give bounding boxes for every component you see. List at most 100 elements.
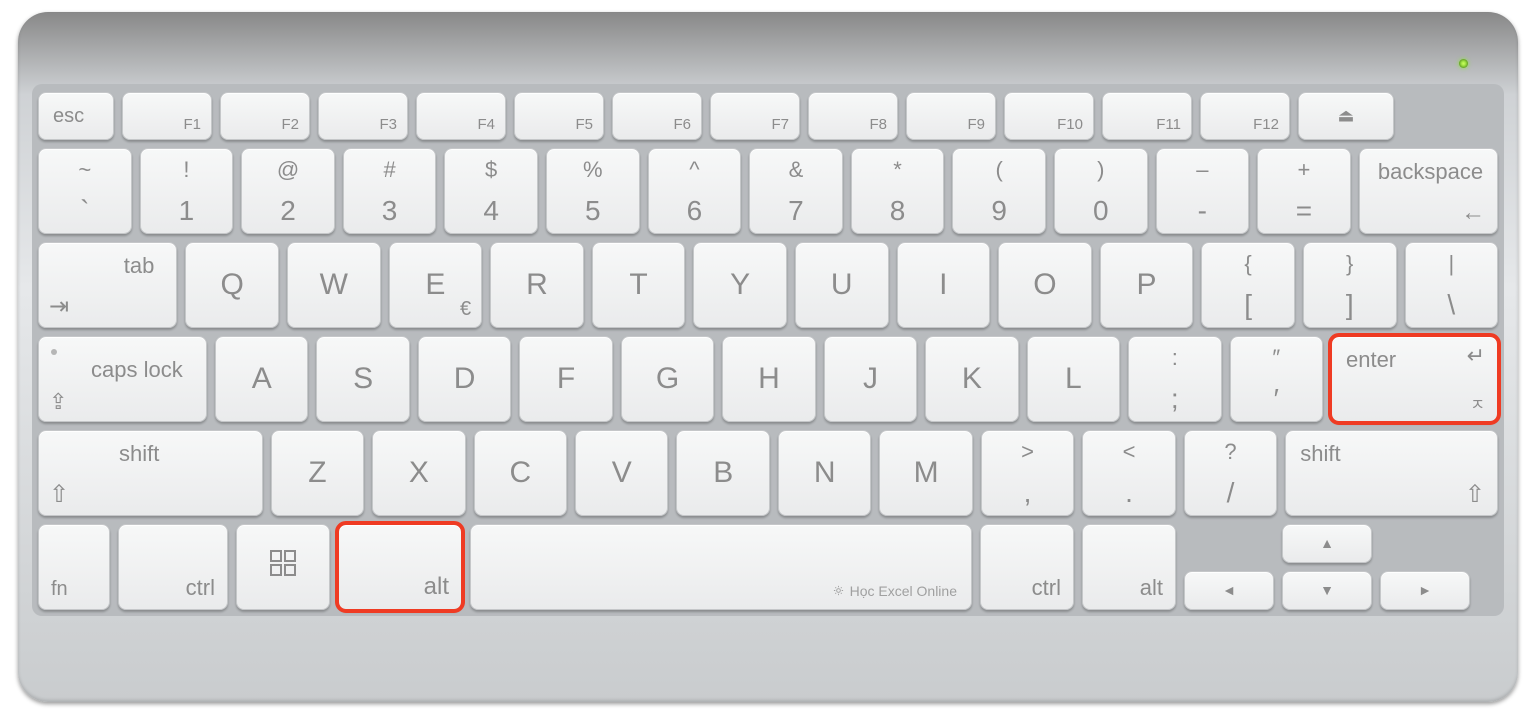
key-u[interactable]: U — [795, 242, 889, 328]
key-v[interactable]: V — [575, 430, 668, 516]
key-label: esc — [53, 105, 84, 128]
key-alt-right[interactable]: alt — [1082, 524, 1176, 610]
key-m[interactable]: M — [879, 430, 972, 516]
key-r[interactable]: R — [490, 242, 584, 328]
key-shift-right[interactable]: shift ⇧ — [1285, 430, 1498, 516]
key-label: I — [939, 268, 947, 302]
keyboard: esc F1 F2 F3 F4 F5 F6 F7 F8 F9 F10 F11 F… — [18, 12, 1518, 702]
key-f9[interactable]: F9 — [906, 92, 996, 140]
key-spacebar[interactable]: Học Excel Online — [470, 524, 972, 610]
key-label-top: ″ — [1272, 345, 1280, 371]
key-d[interactable]: D — [418, 336, 511, 422]
key-f3[interactable]: F3 — [318, 92, 408, 140]
key-minus[interactable]: –- — [1156, 148, 1250, 234]
key-label: F9 — [967, 116, 985, 133]
key-comma[interactable]: >, — [981, 430, 1074, 516]
key-arrow-down[interactable]: ▼ — [1282, 571, 1372, 610]
key-o[interactable]: O — [998, 242, 1092, 328]
key-g[interactable]: G — [621, 336, 714, 422]
key-windows[interactable] — [236, 524, 330, 610]
key-q[interactable]: Q — [185, 242, 279, 328]
key-label: shift — [1300, 441, 1340, 467]
key-f11[interactable]: F11 — [1102, 92, 1192, 140]
key-label: R — [526, 268, 548, 302]
key-bracket-open[interactable]: {[ — [1201, 242, 1295, 328]
key-shift-left[interactable]: shift ⇧ — [38, 430, 263, 516]
key-j[interactable]: J — [824, 336, 917, 422]
shift-icon: ⇧ — [1465, 480, 1485, 509]
key-label: A — [252, 362, 272, 396]
key-arrow-left[interactable]: ◄ — [1184, 571, 1274, 610]
key-e[interactable]: E€ — [389, 242, 483, 328]
key-w[interactable]: W — [287, 242, 381, 328]
key-c[interactable]: C — [474, 430, 567, 516]
key-a[interactable]: A — [215, 336, 308, 422]
key-f7[interactable]: F7 — [710, 92, 800, 140]
key-arrow-up[interactable]: ▲ — [1282, 524, 1372, 563]
key-label-top: + — [1297, 157, 1310, 183]
key-7[interactable]: &7 — [749, 148, 843, 234]
key-f4[interactable]: F4 — [416, 92, 506, 140]
key-label-bot: [ — [1244, 289, 1252, 321]
key-ctrl-left[interactable]: ctrl — [118, 524, 228, 610]
key-b[interactable]: B — [676, 430, 769, 516]
key-backtick[interactable]: ~` — [38, 148, 132, 234]
key-2[interactable]: @2 — [241, 148, 335, 234]
key-s[interactable]: S — [316, 336, 409, 422]
key-fn[interactable]: fn — [38, 524, 110, 610]
key-f1[interactable]: F1 — [122, 92, 212, 140]
key-label: G — [656, 362, 679, 396]
key-3[interactable]: #3 — [343, 148, 437, 234]
key-label-bot: / — [1227, 477, 1235, 509]
key-y[interactable]: Y — [693, 242, 787, 328]
key-equals[interactable]: += — [1257, 148, 1351, 234]
key-i[interactable]: I — [897, 242, 991, 328]
key-alt-left[interactable]: alt — [338, 524, 462, 610]
key-f2[interactable]: F2 — [220, 92, 310, 140]
key-f12[interactable]: F12 — [1200, 92, 1290, 140]
key-arrow-right[interactable]: ► — [1380, 571, 1470, 610]
key-label: F3 — [379, 116, 397, 133]
key-k[interactable]: K — [925, 336, 1018, 422]
key-label: backspace — [1378, 159, 1483, 185]
key-tab[interactable]: tab ⇥ — [38, 242, 177, 328]
key-esc[interactable]: esc — [38, 92, 114, 140]
key-bracket-close[interactable]: }] — [1303, 242, 1397, 328]
key-f[interactable]: F — [519, 336, 612, 422]
key-x[interactable]: X — [372, 430, 465, 516]
key-period[interactable]: <. — [1082, 430, 1175, 516]
key-backslash[interactable]: |\ — [1405, 242, 1499, 328]
key-5[interactable]: %5 — [546, 148, 640, 234]
key-f5[interactable]: F5 — [514, 92, 604, 140]
key-6[interactable]: ^6 — [648, 148, 742, 234]
key-enter[interactable]: enter ↵ ㅈ — [1331, 336, 1498, 422]
euro-icon: € — [460, 298, 471, 321]
key-quote[interactable]: ″′ — [1230, 336, 1323, 422]
key-f6[interactable]: F6 — [612, 92, 702, 140]
key-9[interactable]: (9 — [952, 148, 1046, 234]
key-backspace[interactable]: backspace ← — [1359, 148, 1498, 234]
key-label-bot: 4 — [483, 195, 499, 227]
key-label-bot: 3 — [382, 195, 398, 227]
status-led-icon — [1459, 59, 1468, 68]
key-p[interactable]: P — [1100, 242, 1194, 328]
key-caps-lock[interactable]: caps lock ⇪ — [38, 336, 207, 422]
key-z[interactable]: Z — [271, 430, 364, 516]
key-0[interactable]: )0 — [1054, 148, 1148, 234]
return-icon: ↵ — [1467, 343, 1485, 369]
key-4[interactable]: $4 — [444, 148, 538, 234]
key-8[interactable]: *8 — [851, 148, 945, 234]
key-l[interactable]: L — [1027, 336, 1120, 422]
key-eject[interactable]: ⏏ — [1298, 92, 1394, 140]
key-h[interactable]: H — [722, 336, 815, 422]
key-f10[interactable]: F10 — [1004, 92, 1094, 140]
key-slash[interactable]: ?/ — [1184, 430, 1277, 516]
key-t[interactable]: T — [592, 242, 686, 328]
key-semicolon[interactable]: :; — [1128, 336, 1221, 422]
key-n[interactable]: N — [778, 430, 871, 516]
key-label: F — [557, 362, 575, 396]
key-ctrl-right[interactable]: ctrl — [980, 524, 1074, 610]
key-f8[interactable]: F8 — [808, 92, 898, 140]
key-label-bot: 7 — [788, 195, 804, 227]
key-1[interactable]: !1 — [140, 148, 234, 234]
